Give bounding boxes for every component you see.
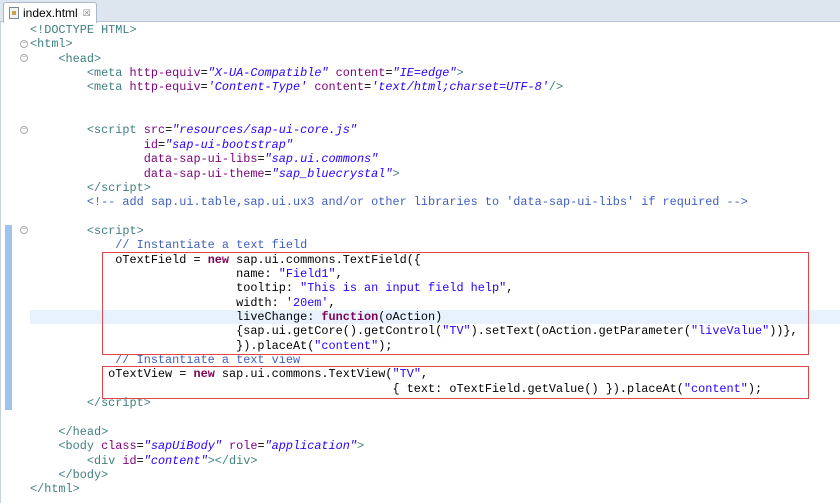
code-token: = [136,453,144,468]
tab-label: index.html [23,6,78,20]
code-token: "IE=edge" [392,66,457,81]
code-line: <!DOCTYPE HTML> [30,23,137,37]
code-token: "sap-ui-bootstrap" [165,137,293,152]
code-line: <meta http-equiv="X-UA-Compatible" conte… [30,66,464,80]
code-token: </head> [30,424,109,439]
close-icon[interactable]: ☒ [83,8,91,19]
code-token: <meta [30,66,123,81]
code-token: = [136,439,144,454]
code-line: </head> [30,425,108,439]
code-token: content [328,66,386,81]
code-token: 'text/html;charset=UTF-8' [371,80,549,95]
code-token: src [136,123,166,138]
code-token: </html> [30,482,80,497]
code-token: data-sap-ui-libs [30,152,258,167]
fold-toggle-icon[interactable]: − [20,40,28,48]
code-token: role [221,439,258,454]
code-token: "application" [264,439,357,454]
tab-index-html[interactable]: index.html ☒ [3,2,97,23]
fold-toggle-icon[interactable]: − [20,126,28,134]
code-token: <!DOCTYPE HTML> [30,23,137,37]
code-token: http-equiv [122,80,201,95]
code-token: ></div> [207,453,258,468]
code-token: </body> [30,467,109,482]
change-marker-bar [5,225,12,410]
code-line: <script> [30,224,144,238]
code-token: <div [30,453,116,468]
code-token: <script [30,123,137,138]
code-token: id [30,137,158,152]
code-token: = [257,152,265,167]
code-token: = [200,80,208,95]
code-token: "sap_bluecrystal" [271,166,393,181]
code-token: <!-- add sap.ui.table,sap.ui.ux3 and/or … [30,195,748,210]
code-token: = [385,66,393,81]
code-token: "X-UA-Compatible" [207,66,329,81]
code-line: </script> [30,181,151,195]
code-line: <body class="sapUiBody" role="applicatio… [30,439,364,453]
fold-toggle-icon[interactable]: − [20,226,28,234]
code-token: > [456,66,464,81]
code-token: id [115,453,137,468]
code-token: = [157,137,166,152]
code-token: /> [548,80,564,95]
code-token: <script> [30,223,144,238]
code-token: </script> [30,180,151,195]
annotation-box-textfield [102,252,809,355]
code-line: data-sap-ui-theme="sap_bluecrystal"> [30,167,400,181]
fold-toggle-icon[interactable]: − [20,54,28,62]
code-token: <body [30,439,94,454]
annotation-box-textview [102,366,809,399]
code-token: data-sap-ui-theme [30,166,265,181]
code-token: = [264,166,272,181]
code-token: = [257,439,265,454]
code-line: // Instantiate a text field [30,238,307,252]
code-token: > [356,439,365,454]
code-line: </html> [30,482,80,496]
code-line: <script src="resources/sap-ui-core.js" [30,123,357,137]
code-token: > [392,166,400,181]
code-token: // Instantiate a text view [30,353,301,368]
code-token: content [307,80,365,95]
code-token: <html> [30,37,73,52]
code-line: <head> [30,52,101,66]
code-token: 'Content-Type' [207,80,308,95]
editor-tab-bar: index.html ☒ [0,0,840,23]
html-file-icon [9,7,19,19]
code-line: data-sap-ui-libs="sap.ui.commons" [30,152,379,167]
code-token: = [200,66,208,81]
code-token: class [93,439,137,454]
code-line: <div id="content"></div> [30,453,258,468]
code-token: <head> [30,51,102,66]
code-line: <meta http-equiv='Content-Type' content=… [30,80,563,94]
code-token: http-equiv [122,66,201,81]
code-token: // Instantiate a text field [30,238,308,253]
code-token: "sap.ui.commons" [264,152,379,167]
code-line: <!-- add sap.ui.table,sap.ui.ux3 and/or … [30,195,748,209]
code-line: </body> [30,468,108,482]
code-token: <meta [30,80,123,95]
code-line: <html> [30,37,73,51]
code-token: "sapUiBody" [143,439,222,454]
code-line: id="sap-ui-bootstrap" [30,138,293,152]
code-token: "resources/sap-ui-core.js" [172,123,357,138]
code-token: "content" [143,453,208,468]
